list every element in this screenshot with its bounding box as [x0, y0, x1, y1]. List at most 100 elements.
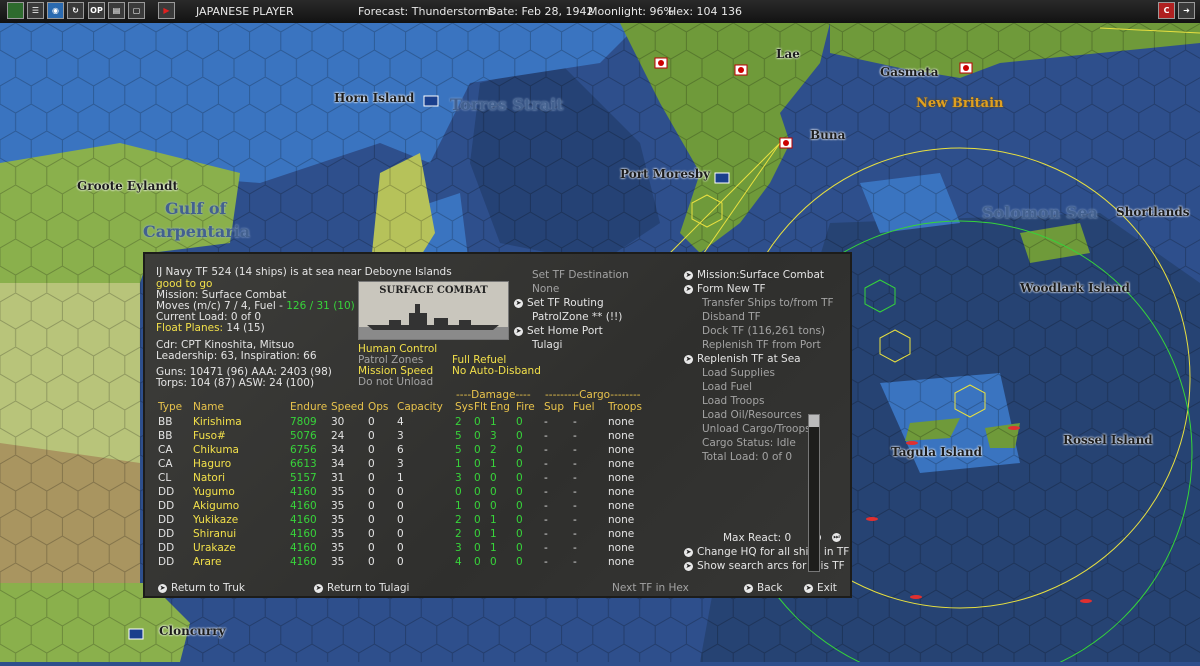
ship-name[interactable]: Haguro: [193, 457, 290, 471]
ship-ops: 0: [368, 528, 375, 540]
ship-row[interactable]: BB Kirishima 7809 30 0 4 2 0 1 0- - none: [158, 415, 668, 429]
ship-name[interactable]: Chikuma: [193, 443, 290, 457]
show-search-arcs-button[interactable]: ➤ Show search arcs for this TF: [684, 560, 845, 572]
next-tf-in-hex-button[interactable]: Next TF in Hex: [612, 582, 689, 594]
change-hq-button[interactable]: ➤ Change HQ for all ships in TF: [684, 546, 849, 558]
set-home-port-button[interactable]: ➤ Set Home Port: [514, 325, 603, 337]
patrol-zone-value[interactable]: PatrolZone ** (!!): [532, 311, 622, 323]
ship-name[interactable]: Yukikaze: [193, 513, 290, 527]
col-sys[interactable]: Sys: [455, 401, 474, 415]
col-name[interactable]: Name: [193, 401, 290, 415]
back-button[interactable]: ➤ Back: [744, 582, 783, 594]
ship-row[interactable]: DD Yukikaze 4160 35 0 0 2 0 1 0- - none: [158, 513, 668, 527]
exit-label: Exit: [817, 582, 837, 594]
col-ops[interactable]: Ops: [368, 401, 397, 415]
set-tf-destination-label: Set TF Destination: [532, 269, 629, 281]
unload-cargo-button[interactable]: Unload Cargo/Troops: [702, 423, 811, 435]
refresh-icon[interactable]: ↻: [67, 2, 84, 19]
disband-tf-button[interactable]: Disband TF: [702, 311, 761, 323]
end-turn-icon[interactable]: ▶: [158, 2, 175, 19]
ship-row[interactable]: DD Akigumo 4160 35 0 0 1 0 0 0- - none: [158, 499, 668, 513]
ship-name[interactable]: Shiranui: [193, 527, 290, 541]
ship-row[interactable]: DD Arare 4160 35 0 0 4 0 0 0- - none: [158, 555, 668, 569]
ship-name[interactable]: Natori: [193, 471, 290, 485]
map-toggle-icon[interactable]: [7, 2, 24, 19]
ship-troops: none: [608, 500, 635, 512]
ship-capacity: 1: [397, 472, 404, 484]
do-not-unload-toggle[interactable]: Do not Unload: [358, 376, 433, 388]
replenish-from-port-button[interactable]: Replenish TF from Port: [702, 339, 821, 351]
replenish-at-sea-button[interactable]: ➤ Replenish TF at Sea: [684, 353, 801, 365]
ship-name[interactable]: Yugumo: [193, 485, 290, 499]
ship-name[interactable]: Akigumo: [193, 499, 290, 513]
col-eng[interactable]: Eng: [490, 401, 516, 415]
col-troops[interactable]: Troops: [608, 401, 668, 415]
scrollbar-thumb[interactable]: [809, 415, 819, 427]
map-label-solomon-sea: Solomon Sea: [982, 203, 1098, 222]
globe-icon[interactable]: ◉: [47, 2, 64, 19]
arrow-right-icon: ➤: [684, 547, 693, 557]
col-flt[interactable]: Flt: [474, 401, 490, 415]
ship-endure: 4160: [290, 500, 317, 512]
ship-row[interactable]: DD Urakaze 4160 35 0 0 3 0 1 0- - none: [158, 541, 668, 555]
ship-ops: 0: [368, 416, 375, 428]
ship-list-scrollbar[interactable]: [808, 414, 820, 572]
col-sup[interactable]: Sup: [544, 401, 573, 415]
ship-row[interactable]: BB Fuso# 5076 24 0 3 5 0 3 0- - none: [158, 429, 668, 443]
ship-endure: 4160: [290, 514, 317, 526]
col-speed[interactable]: Speed: [331, 401, 368, 415]
return-to-truk-button[interactable]: ➤ Return to Truk: [158, 582, 245, 594]
no-auto-disband-toggle[interactable]: No Auto-Disband: [452, 365, 541, 377]
ship-fire: 0: [516, 514, 523, 526]
load-troops-button[interactable]: Load Troops: [702, 395, 764, 407]
ship-name[interactable]: Urakaze: [193, 541, 290, 555]
load-supplies-button[interactable]: Load Supplies: [702, 367, 775, 379]
col-capacity[interactable]: Capacity: [397, 401, 455, 415]
col-fuel[interactable]: Fuel: [573, 401, 608, 415]
col-type[interactable]: Type: [158, 401, 193, 415]
ship-name[interactable]: Kirishima: [193, 415, 290, 429]
ship-endure: 4160: [290, 542, 317, 554]
cargo-status: Cargo Status: Idle: [702, 437, 796, 449]
ship-row[interactable]: DD Yugumo 4160 35 0 0 0 0 0 0- - none: [158, 485, 668, 499]
ship-row[interactable]: DD Shiranui 4160 35 0 0 2 0 1 0- - none: [158, 527, 668, 541]
ship-type: DD: [158, 514, 175, 526]
max-react: Max React: 0: [723, 532, 792, 544]
exit-game-icon[interactable]: ➜: [1178, 2, 1195, 19]
ship-speed: 31: [331, 472, 345, 484]
transfer-ships-button[interactable]: Transfer Ships to/from TF: [702, 297, 834, 309]
load-fuel-button[interactable]: Load Fuel: [702, 381, 752, 393]
group-icon[interactable]: ☰: [27, 2, 44, 19]
max-react-max-icon[interactable]: ⏭: [832, 533, 841, 542]
ship-sys: 1: [455, 500, 462, 512]
mission-surface-combat-button[interactable]: ➤ Mission:Surface Combat: [684, 269, 824, 281]
commander-button[interactable]: C: [1158, 2, 1175, 19]
ship-name[interactable]: Fuso#: [193, 429, 290, 443]
form-new-tf-button[interactable]: ➤ Form New TF: [684, 283, 765, 295]
ship-flt: 0: [474, 430, 481, 442]
ship-endure: 4160: [290, 486, 317, 498]
ship-row[interactable]: CL Natori 5157 31 0 1 3 0 0 0- - none: [158, 471, 668, 485]
col-endure[interactable]: Endure: [290, 401, 331, 415]
return-to-tulagi-button[interactable]: ➤ Return to Tulagi: [314, 582, 409, 594]
ship-endure: 6613: [290, 458, 317, 470]
list-icon[interactable]: ▤: [108, 2, 125, 19]
load-oil-button[interactable]: Load Oil/Resources: [702, 409, 802, 421]
ship-sup: -: [544, 556, 548, 568]
map-label-horn-island: Horn Island: [334, 91, 415, 105]
exit-button[interactable]: ➤ Exit: [804, 582, 837, 594]
operations-report-button[interactable]: OP: [88, 2, 105, 19]
ship-speed: 35: [331, 486, 345, 498]
set-tf-routing-button[interactable]: ➤ Set TF Routing: [514, 297, 604, 309]
ship-fire: 0: [516, 416, 523, 428]
dock-tf-button[interactable]: Dock TF (116,261 tons): [702, 325, 825, 337]
arrow-right-icon: ➤: [684, 561, 693, 571]
ship-row[interactable]: CA Chikuma 6756 34 0 6 5 0 2 0- - none: [158, 443, 668, 457]
window-icon[interactable]: ▢: [128, 2, 145, 19]
ship-speed: 35: [331, 514, 345, 526]
ship-row[interactable]: CA Haguro 6613 34 0 3 1 0 1 0- - none: [158, 457, 668, 471]
ship-eng: 1: [490, 458, 497, 470]
col-fire[interactable]: Fire: [516, 401, 544, 415]
ship-name[interactable]: Arare: [193, 555, 290, 569]
float-planes-label[interactable]: Float Planes:: [156, 322, 226, 334]
